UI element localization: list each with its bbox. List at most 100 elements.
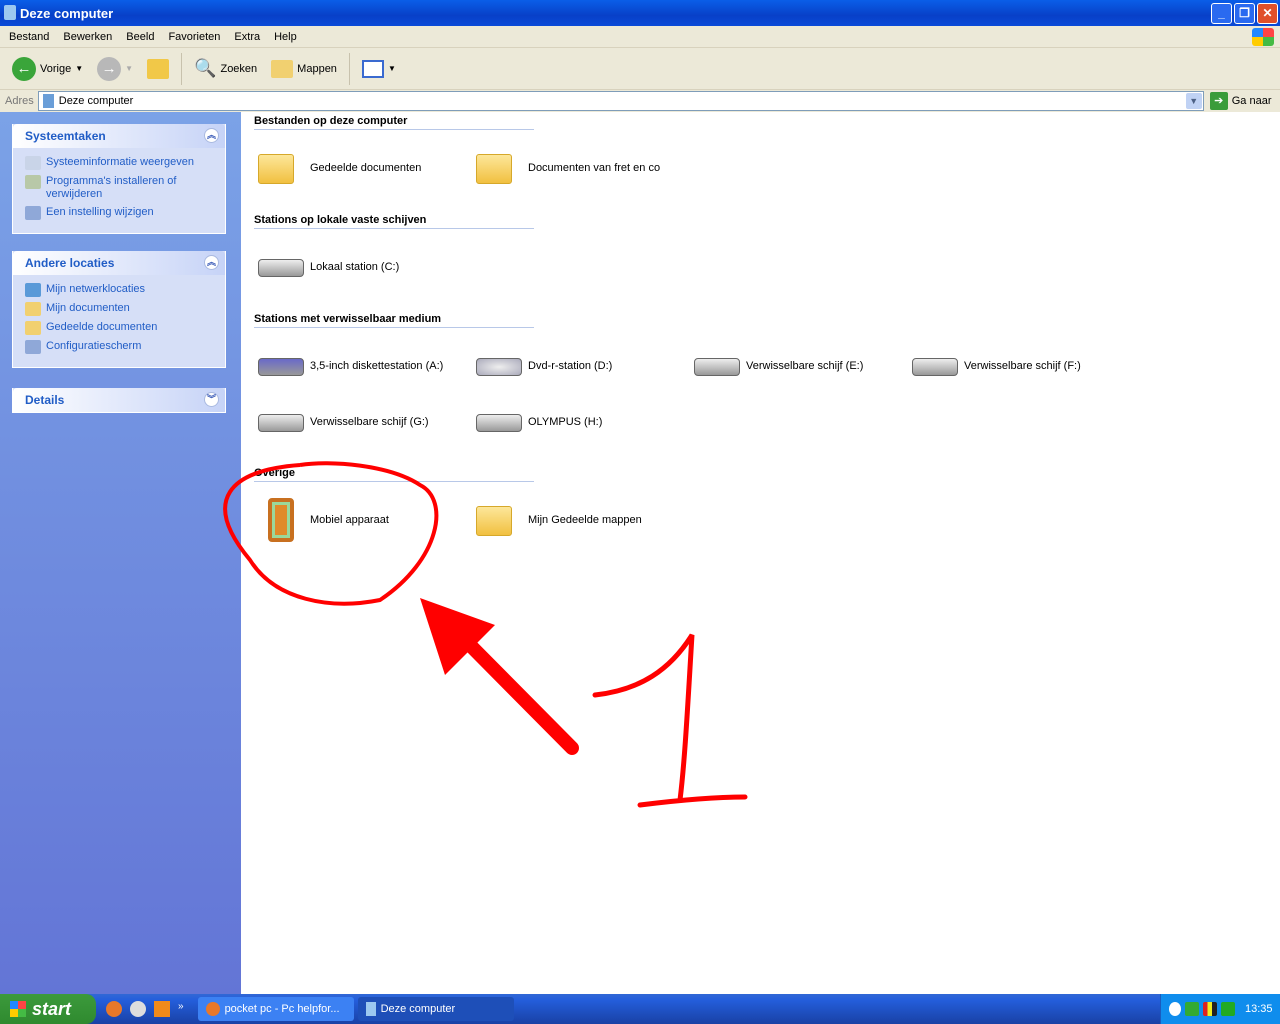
pda-icon [268, 498, 294, 542]
menu-bar: Bestand Bewerken Beeld Favorieten Extra … [0, 26, 1280, 48]
firefox-icon [205, 1002, 220, 1016]
item-drive-e[interactable]: Verwisselbare schijf (E:) [694, 348, 863, 384]
task-deze-computer[interactable]: Deze computer [357, 997, 514, 1021]
item-label: OLYMPUS (H:) [528, 416, 603, 428]
windows-logo-icon [1252, 28, 1274, 46]
place-label: Configuratiescherm [46, 340, 142, 352]
item-label: Gedeelde documenten [310, 162, 422, 174]
item-label: Verwisselbare schijf (F:) [964, 360, 1081, 372]
folder-icon [25, 302, 41, 316]
system-tray: 13:35 [1160, 994, 1280, 1024]
item-label: Dvd-r-station (D:) [528, 360, 613, 372]
go-label: Ga naar [1231, 95, 1272, 107]
place-network[interactable]: Mijn netwerklocaties [25, 283, 215, 297]
collapse-icon[interactable]: ︽ [204, 255, 219, 270]
address-dropdown-icon[interactable]: ▼ [1185, 93, 1202, 109]
address-input[interactable]: Deze computer ▼ [37, 91, 1204, 111]
control-panel-icon [25, 206, 41, 220]
go-button[interactable]: ➔ Ga naar [1209, 92, 1272, 110]
item-label: Lokaal station (C:) [310, 261, 400, 273]
task-change-setting[interactable]: Een instelling wijzigen [25, 206, 215, 220]
group-header: Overige [254, 467, 534, 482]
menu-favorieten[interactable]: Favorieten [161, 31, 227, 43]
computer-icon [42, 94, 54, 108]
details-header[interactable]: Details ︾ [13, 388, 225, 412]
menu-bestand[interactable]: Bestand [2, 31, 56, 43]
item-shared-documents[interactable]: Gedeelde documenten [258, 150, 421, 186]
show-hidden-icons-icon[interactable] [1169, 1002, 1181, 1016]
menu-extra[interactable]: Extra [227, 31, 267, 43]
app-icon[interactable] [130, 1001, 146, 1017]
floppy-drive-icon [258, 358, 304, 376]
firefox-icon[interactable] [106, 1001, 122, 1017]
task-add-remove-programs[interactable]: Programma's installeren of verwijderen [25, 175, 215, 201]
removable-drive-icon [694, 358, 740, 376]
other-places-header[interactable]: Andere locaties ︽ [13, 251, 225, 275]
network-icon [25, 283, 41, 297]
quick-launch: » [106, 1001, 184, 1017]
system-info-icon [25, 156, 41, 170]
views-button[interactable]: ▼ [358, 58, 400, 80]
item-label: Documenten van fret en co [528, 162, 661, 174]
item-drive-c[interactable]: Lokaal station (C:) [258, 249, 399, 285]
computer-icon [4, 5, 16, 20]
task-label: Deze computer [380, 1003, 456, 1015]
place-label: Mijn documenten [46, 302, 130, 314]
task-label: Een instelling wijzigen [46, 206, 154, 218]
group-header: Bestanden op deze computer [254, 115, 534, 130]
expand-icon[interactable]: ︾ [204, 392, 219, 407]
forward-button[interactable]: → ▼ [93, 55, 137, 83]
window-title: Deze computer [20, 5, 114, 21]
close-button[interactable]: ✕ [1257, 3, 1278, 24]
up-folder-button[interactable] [143, 57, 173, 81]
start-button[interactable]: start [0, 994, 96, 1024]
place-my-documents[interactable]: Mijn documenten [25, 302, 215, 316]
task-label: Programma's installeren of verwijderen [46, 175, 177, 200]
task-firefox[interactable]: pocket pc - Pc helpfor... [197, 997, 354, 1021]
menu-bewerken[interactable]: Bewerken [56, 31, 119, 43]
place-control-panel[interactable]: Configuratiescherm [25, 340, 215, 354]
shared-folder-icon [476, 506, 512, 536]
folders-button[interactable]: Mappen [267, 58, 341, 80]
back-label: Vorige [40, 62, 72, 75]
item-drive-a[interactable]: 3,5-inch diskettestation (A:) [258, 348, 443, 384]
back-arrow-icon: ← [12, 56, 36, 81]
programs-icon [25, 175, 41, 189]
panel-title: Andere locaties [25, 256, 115, 270]
title-bar: Deze computer _ ❐ ✕ [0, 0, 1280, 26]
item-label: Mobiel apparaat [310, 514, 389, 526]
address-bar: Adres Deze computer ▼ ➔ Ga naar [0, 90, 1280, 112]
collapse-icon[interactable]: ︽ [204, 128, 219, 143]
network-icon[interactable] [1221, 1002, 1235, 1016]
vlc-icon[interactable] [154, 1001, 170, 1017]
panel-title: Systeemtaken [25, 129, 106, 143]
item-drive-d[interactable]: Dvd-r-station (D:) [476, 348, 612, 384]
tray-app-icon[interactable] [1185, 1002, 1199, 1016]
item-drive-h[interactable]: OLYMPUS (H:) [476, 404, 602, 440]
address-value: Deze computer [58, 95, 134, 107]
control-panel-icon [25, 340, 41, 354]
item-drive-g[interactable]: Verwisselbare schijf (G:) [258, 404, 429, 440]
item-shared-folders[interactable]: Mijn Gedeelde mappen [476, 502, 642, 538]
forward-arrow-icon: → [97, 56, 122, 81]
item-label: 3,5-inch diskettestation (A:) [310, 360, 444, 372]
quick-launch-more-icon[interactable]: » [178, 1001, 184, 1017]
search-button[interactable]: 🔍 Zoeken [190, 56, 261, 81]
minimize-button[interactable]: _ [1211, 3, 1232, 24]
back-button[interactable]: ← Vorige ▼ [8, 55, 87, 83]
toolbar: ← Vorige ▼ → ▼ 🔍 Zoeken Mappen ▼ [0, 48, 1280, 90]
place-shared-documents[interactable]: Gedeelde documenten [25, 321, 215, 335]
tray-app-icon[interactable] [1203, 1002, 1217, 1016]
dvd-drive-icon [476, 358, 522, 376]
removable-drive-icon [912, 358, 958, 376]
item-mobile-device[interactable]: Mobiel apparaat [258, 498, 389, 542]
system-tasks-header[interactable]: Systeemtaken ︽ [13, 124, 225, 148]
item-drive-f[interactable]: Verwisselbare schijf (F:) [912, 348, 1081, 384]
panel-title: Details [25, 393, 65, 407]
item-fret-documents[interactable]: Documenten van fret en co [476, 150, 660, 186]
menu-beeld[interactable]: Beeld [119, 31, 161, 43]
restore-button[interactable]: ❐ [1234, 3, 1255, 24]
task-system-info[interactable]: Systeeminformatie weergeven [25, 156, 215, 170]
menu-help[interactable]: Help [267, 31, 304, 43]
folders-label: Mappen [297, 62, 337, 75]
